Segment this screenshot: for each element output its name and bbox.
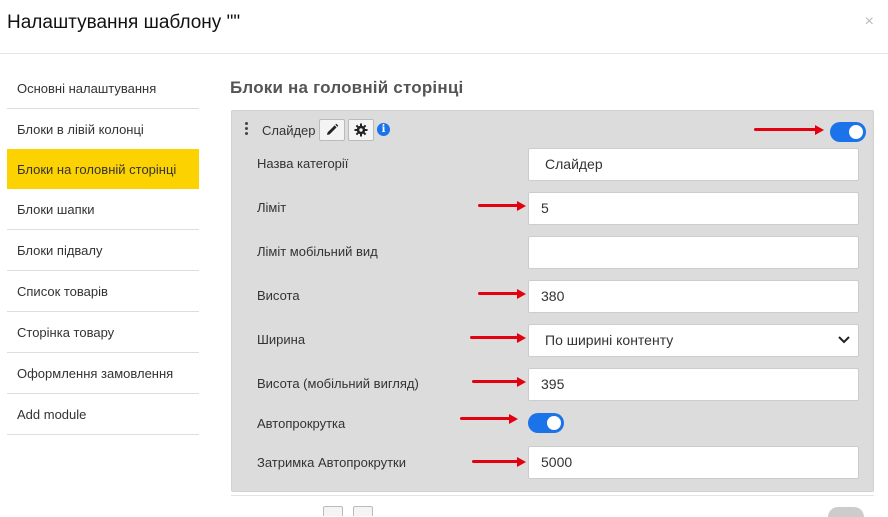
sidebar-item-product-list[interactable]: Список товарів [7, 271, 199, 312]
edit-button[interactable] [319, 119, 345, 141]
section-title: Блоки на головній сторінці [230, 78, 464, 97]
width-label: Ширина [257, 332, 306, 347]
modal-title: Налаштування шаблону "" [7, 12, 241, 33]
annotation-arrow [460, 414, 518, 424]
drag-handle-icon[interactable] [245, 122, 249, 136]
sidebar-item-main-settings[interactable]: Основні налаштування [7, 68, 199, 109]
height-mobile-label: Висота (мобільний вигляд) [257, 376, 419, 391]
settings-sidebar: Основні налаштування Блоки в лівій колон… [7, 68, 199, 435]
height-label: Висота [257, 288, 300, 303]
annotation-arrow [470, 333, 526, 343]
height-mobile-input[interactable]: 395 [528, 368, 859, 401]
annotation-arrow [754, 125, 824, 135]
settings-button[interactable] [348, 119, 374, 141]
block-header: Слайдер i [232, 119, 873, 143]
limit-mobile-label: Ліміт мобільний вид [257, 244, 378, 259]
width-select[interactable]: По ширині контенту [528, 324, 859, 357]
sidebar-item-left-column-blocks[interactable]: Блоки в лівій колонці [7, 109, 199, 150]
annotation-arrow [472, 377, 526, 387]
autoscroll-delay-label: Затримка Автопрокрутки [257, 455, 406, 470]
autoscroll-toggle[interactable] [528, 413, 564, 433]
sidebar-item-home-page-blocks[interactable]: Блоки на головній сторінці [7, 149, 199, 189]
block-name: Слайдер [262, 123, 316, 138]
gear-icon [354, 123, 368, 137]
slider-block-panel: Слайдер i Назва категорії Слайдер Ліміт … [231, 110, 874, 492]
autoscroll-delay-input[interactable]: 5000 [528, 446, 859, 479]
sidebar-item-checkout[interactable]: Оформлення замовлення [7, 353, 199, 394]
sidebar-item-header-blocks[interactable]: Блоки шапки [7, 189, 199, 230]
next-block-edit-button[interactable] [323, 506, 343, 516]
next-block-settings-button[interactable] [353, 506, 373, 516]
next-block-panel [231, 495, 874, 517]
next-block-toggle[interactable] [828, 507, 864, 517]
autoscroll-label: Автопрокрутка [257, 416, 346, 431]
chevron-down-icon [838, 336, 850, 344]
limit-input[interactable]: 5 [528, 192, 859, 225]
height-input[interactable]: 380 [528, 280, 859, 313]
sidebar-item-footer-blocks[interactable]: Блоки підвалу [7, 230, 199, 271]
width-value: По ширині контенту [545, 332, 674, 348]
limit-label: Ліміт [257, 200, 287, 215]
category-name-value: Слайдер [545, 156, 603, 172]
modal-header: Налаштування шаблону "" × [0, 0, 888, 54]
block-enabled-toggle[interactable] [830, 122, 866, 142]
close-icon[interactable]: × [865, 13, 874, 31]
pencil-icon [327, 123, 339, 135]
sidebar-item-add-module[interactable]: Add module [7, 394, 199, 435]
annotation-arrow [478, 201, 526, 211]
annotation-arrow [472, 457, 526, 467]
category-name-label: Назва категорії [257, 156, 349, 171]
sidebar-item-product-page[interactable]: Сторінка товару [7, 312, 199, 353]
category-name-select[interactable]: Слайдер [528, 148, 859, 181]
annotation-arrow [478, 289, 526, 299]
info-icon[interactable]: i [377, 123, 390, 136]
limit-mobile-input[interactable] [528, 236, 859, 269]
